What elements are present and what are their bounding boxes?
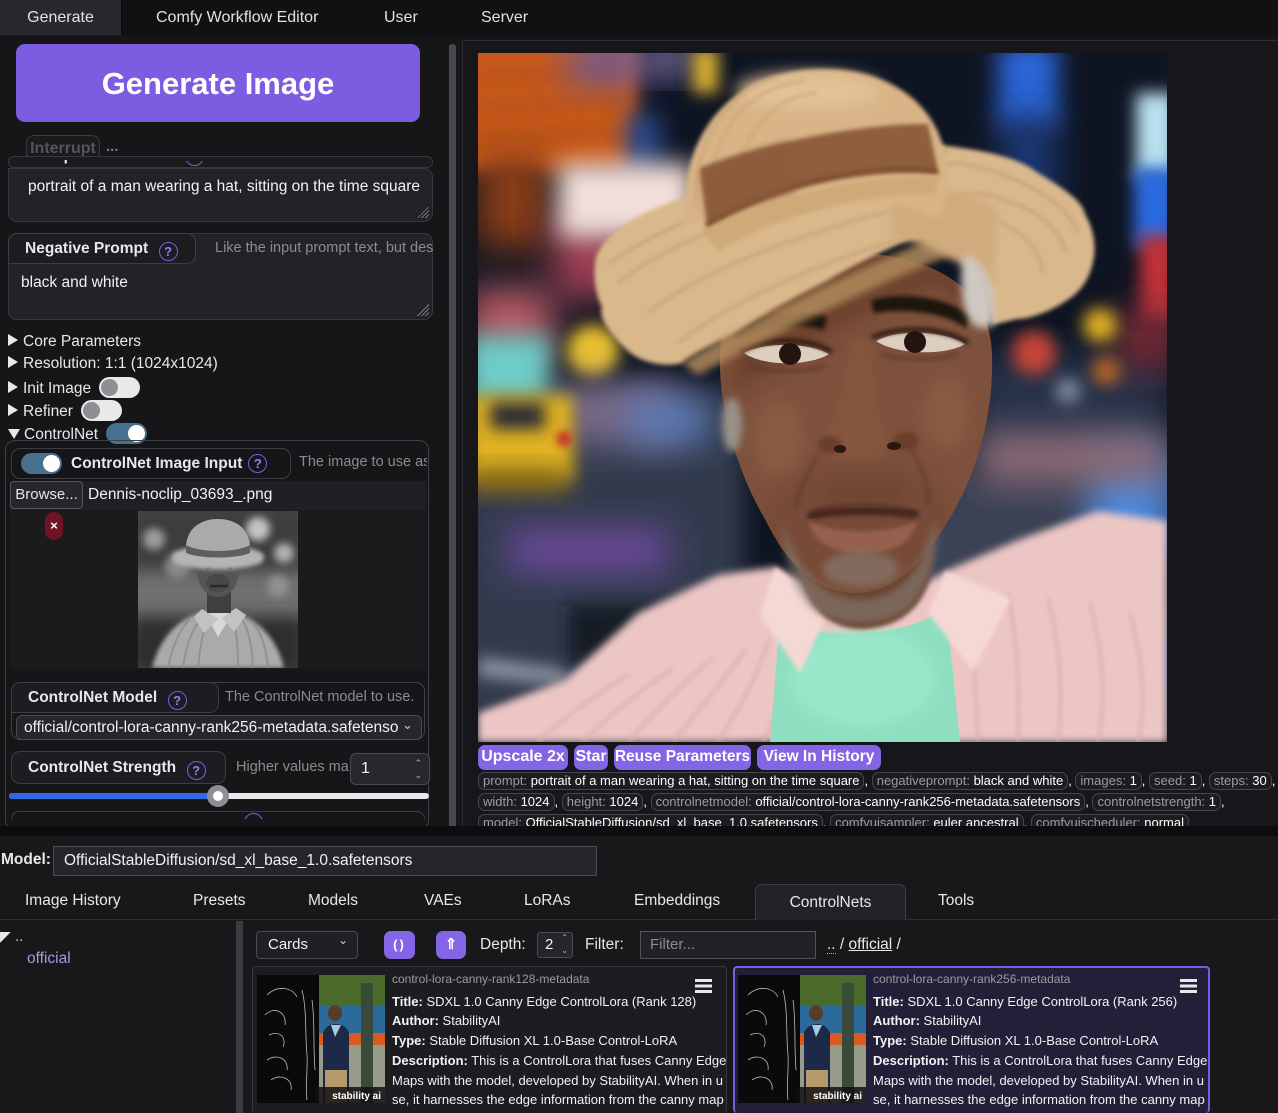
svg-text:stability ai: stability ai [332,1091,381,1102]
svg-text:stability ai: stability ai [813,1091,862,1102]
